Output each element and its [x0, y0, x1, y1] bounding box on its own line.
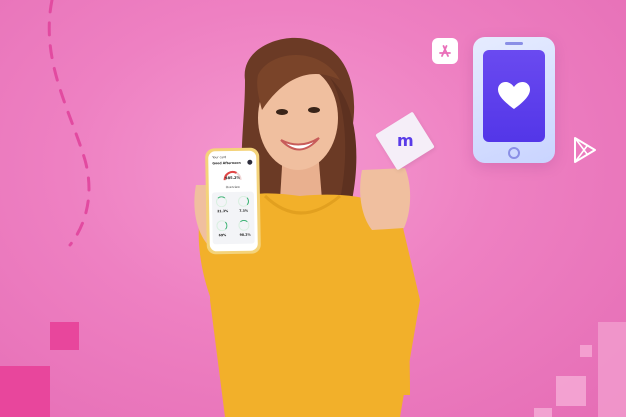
- brand-m-logo: m: [396, 131, 414, 151]
- metric-ring: [238, 219, 250, 231]
- metric-ring: [216, 220, 228, 232]
- handheld-phone: Your card Good Afternoon $85.2% Overview…: [205, 147, 261, 255]
- main-value: $85.2%: [225, 175, 241, 181]
- phone-illustration: [473, 37, 555, 163]
- section-label: Overview: [225, 184, 240, 190]
- heart-icon: [498, 82, 530, 109]
- phone-screen: [483, 50, 545, 142]
- metric-ring: [215, 196, 228, 208]
- phone-app-screen: Your card Good Afternoon $85.2% Overview…: [208, 150, 258, 252]
- app-title: Good Afternoon: [212, 160, 241, 166]
- hero-banner: Your card Good Afternoon $85.2% Overview…: [0, 0, 626, 417]
- metric-value: 7.3%: [239, 208, 249, 213]
- home-button: [508, 147, 520, 159]
- phone-notch: [505, 42, 523, 45]
- app-store-glyph: [439, 45, 451, 57]
- google-play-icon[interactable]: [572, 136, 598, 164]
- avatar: [247, 159, 253, 165]
- metric-value: 98.2%: [239, 232, 251, 237]
- metric-value: 69%: [218, 233, 227, 238]
- metric-ring: [237, 195, 250, 207]
- app-status-text: Your card: [212, 155, 227, 160]
- metrics-card: 21.3% 7.3% 69% 98.2%: [211, 191, 255, 245]
- app-store-icon[interactable]: [432, 38, 458, 64]
- metric-value: 21.3%: [217, 209, 229, 214]
